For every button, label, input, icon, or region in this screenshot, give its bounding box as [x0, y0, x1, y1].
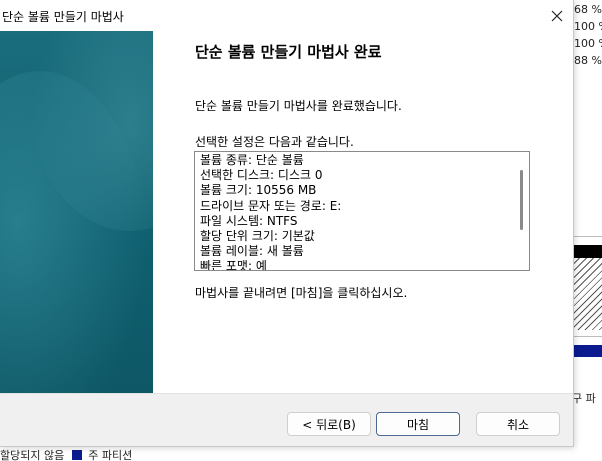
disk-row-divider: [572, 236, 602, 237]
legend-strip: 할당되지 않음 주 파티션: [0, 447, 602, 461]
outro-text: 마법사를 끝내려면 [마침]을 클릭하십시오.: [195, 286, 408, 300]
percent-free-4: 88 %: [574, 54, 602, 67]
setting-disk: 선택한 디스크: 디스크 0: [200, 168, 323, 183]
finish-button[interactable]: 마침: [376, 412, 460, 436]
page-title: 단순 볼륨 만들기 마법사 완료: [195, 43, 382, 61]
setting-volume-size: 볼륨 크기: 10556 MB: [200, 183, 317, 198]
close-button[interactable]: [542, 3, 572, 29]
primary-partition-bar: [572, 345, 602, 357]
setting-drive-letter: 드라이브 문자 또는 경로: E:: [200, 198, 342, 213]
wizard-dialog: 단순 볼륨 만들기 마법사 단순 볼륨 만들기 마법사 완료 단순 볼륨 만들기…: [0, 0, 574, 447]
unallocated-bar: [572, 245, 602, 258]
legend-unallocated-label: 할당되지 않음: [0, 449, 65, 461]
setting-volume-label: 볼륨 레이블: 새 볼륨: [200, 244, 304, 259]
percent-free-2: 100 %: [574, 20, 602, 33]
setting-file-system: 파일 시스템: NTFS: [200, 213, 298, 228]
title-bar[interactable]: 단순 볼륨 만들기 마법사: [0, 0, 573, 31]
partition-status-text: 구 파: [572, 392, 596, 405]
intro-text: 단순 볼륨 만들기 마법사를 완료했습니다.: [195, 99, 402, 113]
setting-quick-format: 빠른 포맷: 예: [200, 259, 267, 271]
close-icon: [551, 10, 563, 22]
setting-volume-type: 볼륨 종류: 단순 볼륨: [200, 153, 304, 167]
settings-label: 선택한 설정은 다음과 같습니다.: [195, 135, 354, 149]
cancel-button[interactable]: 취소: [476, 412, 560, 436]
disk-row-divider: [572, 336, 602, 337]
back-button[interactable]: < 뒤로(B): [287, 412, 371, 436]
window-title: 단순 볼륨 만들기 마법사: [2, 10, 124, 24]
legend-primary-swatch: [71, 450, 82, 460]
percent-free-1: 68 %: [574, 3, 602, 16]
unallocated-region[interactable]: [572, 258, 602, 330]
legend-primary-label: 주 파티션: [88, 449, 133, 461]
background-disk-management: 68 % 100 % 100 % 88 % 구 파: [572, 0, 602, 461]
wizard-side-banner: [0, 31, 153, 393]
summary-scrollbar[interactable]: [520, 170, 523, 230]
setting-allocation-size: 할당 단위 크기: 기본값: [200, 228, 315, 243]
settings-summary-box[interactable]: 볼륨 종류: 단순 볼륨 선택한 디스크: 디스크 0 볼륨 크기: 10556…: [194, 151, 530, 271]
percent-free-3: 100 %: [574, 37, 602, 50]
